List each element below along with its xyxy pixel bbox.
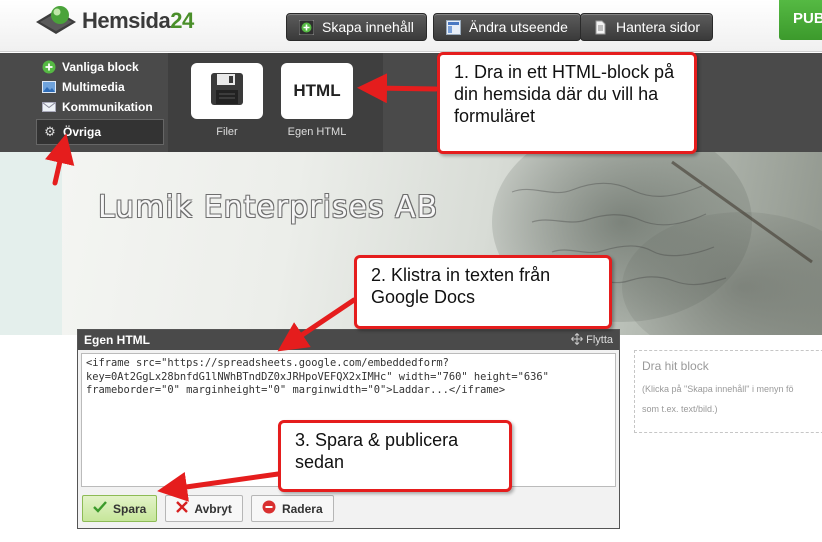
callout-step3: 3. Spara & publicera sedan: [278, 420, 512, 492]
block-panel: Filer HTML Egen HTML: [168, 53, 383, 152]
category-label: Vanliga block: [62, 60, 139, 74]
image-icon: [42, 80, 56, 94]
create-content-label: Skapa innehåll: [322, 19, 414, 35]
drop-zone-hint: (Klicka på "Skapa innehåll" i menyn fö s…: [642, 384, 794, 414]
block-custom-html-label: Egen HTML: [287, 126, 347, 138]
cancel-label: Avbryt: [194, 501, 232, 516]
change-appearance-label: Ändra utseende: [469, 19, 568, 35]
envelope-icon: [42, 100, 56, 114]
layout-icon: [446, 19, 461, 35]
drop-zone-title: Dra hit block: [642, 359, 709, 373]
category-communication[interactable]: Kommunikation: [36, 97, 166, 117]
category-list: Vanliga block Multimedia Kommunikation ⚙…: [36, 57, 166, 145]
delete-label: Radera: [281, 501, 323, 516]
plus-circle-icon: [298, 19, 315, 35]
create-content-button[interactable]: Skapa innehåll: [286, 13, 427, 41]
category-label: Multimedia: [62, 80, 125, 94]
plus-circle-icon: [42, 60, 56, 74]
left-margin: [0, 152, 62, 335]
category-multimedia[interactable]: Multimedia: [36, 77, 166, 97]
checkmark-icon: [93, 501, 107, 516]
drop-zone[interactable]: Dra hit block (Klicka på "Skapa innehåll…: [634, 350, 822, 433]
minus-circle-icon: [262, 500, 276, 517]
editor-header: Egen HTML Flytta: [78, 330, 619, 350]
publish-button[interactable]: PUB: [779, 0, 822, 40]
manage-pages-label: Hantera sidor: [616, 19, 701, 35]
close-icon: [176, 501, 189, 516]
block-custom-html[interactable]: HTML: [281, 63, 353, 119]
move-icon: [571, 332, 583, 348]
logo[interactable]: Hemsida24: [34, 4, 194, 38]
category-other[interactable]: ⚙ Övriga: [36, 119, 164, 145]
move-handle[interactable]: Flytta: [571, 332, 613, 348]
save-button[interactable]: Spara: [82, 495, 158, 522]
move-label: Flytta: [586, 334, 613, 346]
delete-button[interactable]: Radera: [250, 495, 334, 522]
save-label: Spara: [113, 501, 147, 516]
logo-icon: [34, 4, 78, 38]
top-bar: Hemsida24 Skapa innehåll Ändra utseende …: [0, 0, 822, 52]
cancel-button[interactable]: Avbryt: [165, 495, 243, 522]
editor-buttons: Spara Avbryt Radera: [82, 495, 334, 522]
callout-step2: 2. Klistra in texten från Google Docs: [354, 255, 612, 329]
site-title[interactable]: Lumik Enterprises AB: [98, 190, 438, 225]
floppy-disk-icon: [210, 72, 244, 111]
category-common-blocks[interactable]: Vanliga block: [36, 57, 166, 77]
category-label: Övriga: [63, 125, 102, 139]
editor-title: Egen HTML: [84, 333, 150, 347]
category-label: Kommunikation: [62, 100, 153, 114]
block-toolbar: Vanliga block Multimedia Kommunikation ⚙…: [0, 53, 822, 152]
block-files-label: Filer: [216, 126, 238, 138]
callout-step1: 1. Dra in ett HTML-block på din hemsida …: [437, 52, 697, 154]
html-icon: HTML: [293, 81, 341, 100]
block-files[interactable]: [191, 63, 263, 119]
change-appearance-button[interactable]: Ändra utseende: [433, 13, 581, 41]
logo-text: Hemsida24: [82, 8, 194, 33]
manage-pages-button[interactable]: Hantera sidor: [580, 13, 714, 41]
pages-icon: [593, 20, 608, 35]
gear-icon: ⚙: [44, 124, 56, 139]
